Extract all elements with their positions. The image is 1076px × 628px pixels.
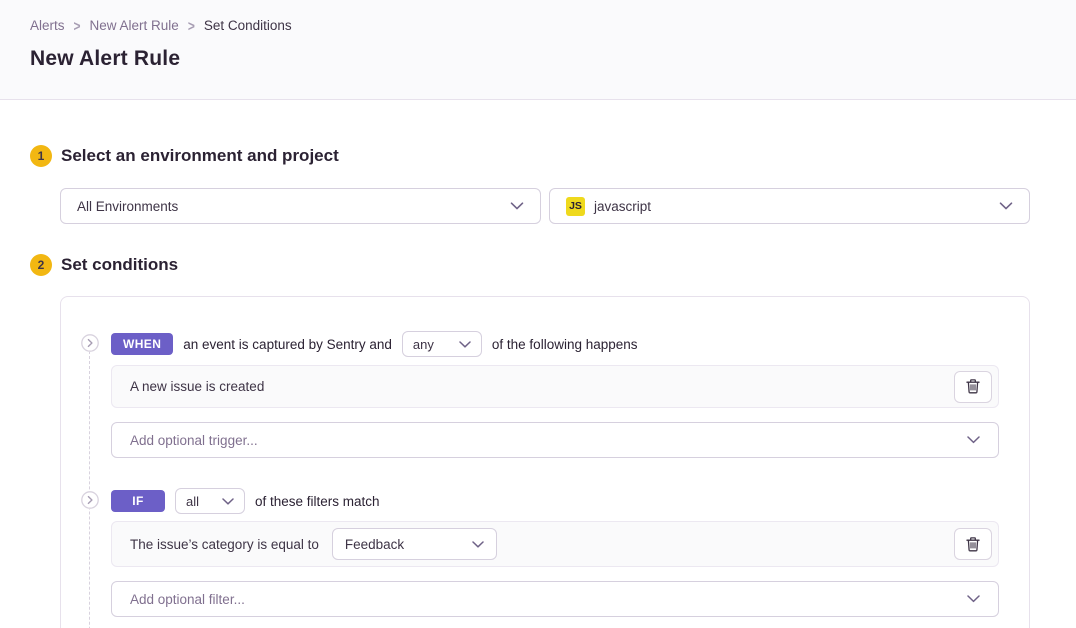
trigger-label: A new issue is created — [130, 379, 264, 394]
breadcrumb-new-alert-rule[interactable]: New Alert Rule — [90, 18, 179, 33]
chevron-down-icon — [222, 498, 234, 505]
trash-icon — [966, 379, 980, 394]
step1-heading: 1 Select an environment and project — [30, 145, 1030, 167]
if-text-after: of these filters match — [255, 494, 380, 509]
chevron-right-icon: > — [188, 17, 195, 34]
when-text-after: of the following happens — [492, 337, 638, 352]
if-header: IF all of these filters match — [111, 488, 999, 514]
chevron-down-icon — [999, 202, 1013, 210]
when-badge: WHEN — [111, 333, 173, 355]
filter-value-select[interactable]: Feedback — [332, 528, 497, 560]
project-dropdown-value: JS javascript — [566, 197, 999, 216]
step1-number-badge: 1 — [30, 145, 52, 167]
if-match-value: all — [186, 494, 199, 509]
chevron-right-icon: > — [74, 17, 81, 34]
step1-title: Select an environment and project — [61, 146, 339, 166]
delete-filter-button[interactable] — [954, 528, 992, 560]
when-match-value: any — [413, 337, 434, 352]
trash-icon — [966, 537, 980, 552]
step2-title: Set conditions — [61, 255, 178, 275]
chevron-down-icon — [510, 202, 524, 210]
environment-dropdown-value: All Environments — [77, 199, 510, 214]
if-badge: IF — [111, 490, 165, 512]
if-node: IF all of these filters match The issue’… — [81, 488, 999, 617]
filter-row: The issue’s category is equal to Feedbac… — [111, 521, 999, 567]
chevron-down-icon — [472, 541, 484, 548]
environment-dropdown[interactable]: All Environments — [60, 188, 541, 224]
breadcrumb: Alerts > New Alert Rule > Set Conditions — [30, 18, 1046, 33]
project-name: javascript — [594, 199, 651, 214]
circle-chevron-right-icon — [81, 491, 99, 509]
when-node: WHEN an event is captured by Sentry and … — [81, 331, 999, 458]
main-content: 1 Select an environment and project All … — [0, 145, 1076, 628]
breadcrumb-set-conditions: Set Conditions — [204, 18, 292, 33]
step2-heading: 2 Set conditions — [30, 254, 1030, 276]
trigger-row: A new issue is created — [111, 365, 999, 408]
step2-number-badge: 2 — [30, 254, 52, 276]
page-title: New Alert Rule — [30, 47, 1046, 71]
when-text-before: an event is captured by Sentry and — [183, 337, 392, 352]
when-match-select[interactable]: any — [402, 331, 482, 357]
add-trigger-placeholder: Add optional trigger... — [130, 433, 258, 448]
environment-project-row: All Environments JS javascript — [60, 188, 1030, 224]
when-header: WHEN an event is captured by Sentry and … — [111, 331, 999, 357]
add-filter-placeholder: Add optional filter... — [130, 592, 245, 607]
project-dropdown[interactable]: JS javascript — [549, 188, 1030, 224]
circle-chevron-right-icon — [81, 334, 99, 352]
add-optional-filter-select[interactable]: Add optional filter... — [111, 581, 999, 617]
filter-value: Feedback — [345, 537, 404, 552]
chevron-down-icon — [459, 341, 471, 348]
breadcrumb-alerts[interactable]: Alerts — [30, 18, 65, 33]
chevron-down-icon — [967, 436, 980, 444]
if-match-select[interactable]: all — [175, 488, 245, 514]
delete-trigger-button[interactable] — [954, 371, 992, 403]
filter-label: The issue’s category is equal to — [130, 537, 319, 552]
chevron-down-icon — [967, 595, 980, 603]
conditions-card: WHEN an event is captured by Sentry and … — [60, 296, 1030, 628]
javascript-platform-icon: JS — [566, 197, 585, 216]
add-optional-trigger-select[interactable]: Add optional trigger... — [111, 422, 999, 458]
page-header: Alerts > New Alert Rule > Set Conditions… — [0, 0, 1076, 100]
